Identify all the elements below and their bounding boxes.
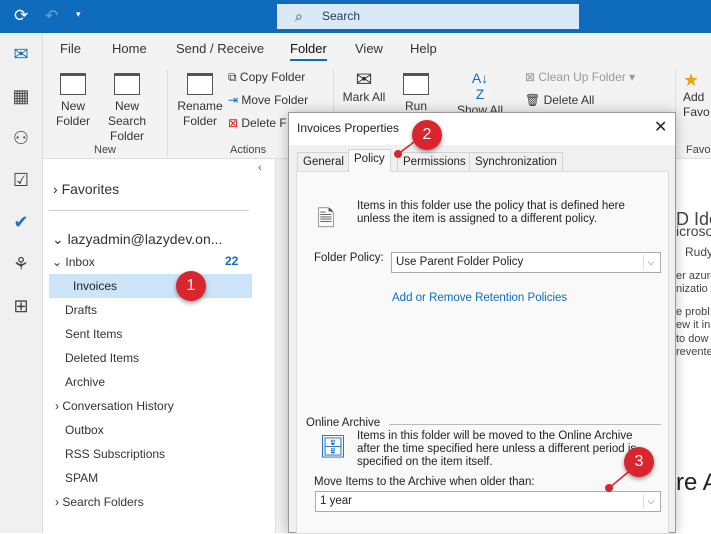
archive-mail-icon: 🗄 — [319, 434, 347, 459]
tab-send-receive[interactable]: Send / Receive — [176, 41, 264, 56]
archive-age-label: Move Items to the Archive when older tha… — [314, 476, 535, 488]
divider — [389, 424, 661, 425]
online-archive-header: Online Archive — [306, 417, 381, 429]
new-folder-button[interactable]: New Folder — [53, 73, 93, 129]
folder-policy-select[interactable]: Use Parent Folder Policy ⌵ — [391, 252, 661, 273]
reading-pane: D Ide icroso Rudy er azure nizatio e pro… — [676, 159, 711, 533]
folder-icon — [60, 73, 86, 95]
folder-spam[interactable]: SPAM — [65, 471, 98, 485]
rename-folder-icon — [187, 73, 213, 95]
annotation-badge: 2 — [412, 120, 442, 150]
folder-invoices[interactable]: Invoices — [49, 274, 252, 298]
envelope-open-icon: ✉ — [355, 69, 373, 91]
tab-view[interactable]: View — [355, 41, 383, 56]
group-label-actions: Actions — [230, 144, 267, 156]
move-folder-icon: ⇥ — [228, 93, 242, 107]
folder-deleted-items[interactable]: Deleted Items — [65, 351, 139, 365]
trash-icon: 🗑 — [525, 93, 544, 107]
show-all-button[interactable]: A↓ Z Show All — [455, 71, 505, 118]
calendar-icon[interactable]: ▦ — [8, 83, 34, 109]
sync-icon[interactable]: ⟳ — [14, 6, 28, 26]
annotation-badge: 1 — [176, 271, 206, 301]
message-list-edge — [275, 159, 289, 533]
shredder-icon: 🗎 — [317, 206, 335, 231]
mail-icon[interactable]: ✉ — [8, 41, 34, 67]
undo-icon[interactable]: ↶ — [45, 6, 58, 26]
tasks-icon[interactable]: ☑ — [8, 167, 34, 193]
folder-inbox[interactable]: ⌄ Inbox — [52, 255, 95, 269]
delete-folder-button[interactable]: ⊠ Delete F — [228, 116, 287, 130]
archive-description: Items in this folder will be moved to th… — [357, 430, 637, 468]
annotation-badge: 3 — [624, 447, 654, 477]
folder-pane: ‹ › Favorites ⌄ lazyadmin@lazydev.on... … — [43, 159, 275, 533]
delete-all-button[interactable]: 🗑 Delete All — [525, 93, 594, 107]
reading-text: er azure — [676, 270, 711, 282]
copy-folder-button[interactable]: ⧉ Copy Folder — [228, 70, 305, 85]
search-icon: ⌕ — [295, 8, 303, 24]
reading-text: icroso — [676, 223, 711, 239]
sort-az-icon: A↓ Z — [471, 70, 489, 102]
tab-policy[interactable]: Policy — [348, 149, 391, 172]
account-header[interactable]: ⌄ lazyadmin@lazydev.on... — [52, 231, 222, 248]
mark-all-read-button[interactable]: ✉ Mark All — [339, 70, 389, 105]
new-search-folder-button[interactable]: New Search Folder — [95, 73, 159, 144]
chevron-down-icon: ⌵ — [643, 494, 658, 509]
people-icon[interactable]: ⚇ — [8, 125, 34, 151]
delete-folder-icon: ⊠ — [228, 116, 242, 130]
chevron-down-icon: ⌵ — [643, 255, 658, 270]
group-label-favorites: Favo — [686, 144, 711, 156]
folder-rss-subscriptions[interactable]: RSS Subscriptions — [65, 447, 165, 461]
clean-up-icon: ⊠ — [525, 70, 539, 84]
divider — [49, 210, 249, 211]
folder-conversation-history[interactable]: › Conversation History — [55, 399, 174, 413]
folder-policy-label: Folder Policy: — [314, 252, 384, 264]
title-bar: ⟳ ↶ ▾ ⌕ Search — [0, 0, 711, 33]
reading-text: e probl — [676, 306, 710, 318]
retention-policies-link[interactable]: Add or Remove Retention Policies — [392, 292, 567, 305]
group-label-new: New — [94, 144, 117, 156]
folder-sent-items[interactable]: Sent Items — [65, 327, 122, 341]
apps-icon[interactable]: ⊞ — [8, 293, 34, 319]
policy-description: Items in this folder use the policy that… — [357, 200, 625, 225]
folder-outbox[interactable]: Outbox — [65, 423, 104, 437]
folder-drafts[interactable]: Drafts — [65, 303, 97, 317]
folder-archive[interactable]: Archive — [65, 375, 105, 389]
reading-text: revente — [676, 346, 711, 358]
reading-text: ew it in — [676, 319, 711, 331]
run-rules-icon — [403, 73, 429, 95]
star-folder-icon: ★ — [683, 70, 700, 90]
reading-text: re A — [676, 469, 711, 496]
search-folder-icon — [114, 73, 140, 95]
collapse-pane-icon[interactable]: ‹ — [258, 162, 262, 174]
close-icon[interactable]: ✕ — [654, 117, 667, 137]
folder-search-folders[interactable]: › Search Folders — [55, 495, 144, 509]
tab-file[interactable]: File — [60, 41, 81, 56]
reading-text: Rudy — [685, 245, 711, 259]
tab-help[interactable]: Help — [410, 41, 437, 56]
dialog-title: Invoices Properties — [297, 121, 400, 135]
customize-toolbar-icon[interactable]: ▾ — [76, 9, 81, 20]
add-favorites-button[interactable]: ★ Add Favo — [683, 70, 711, 120]
reading-text: to dow — [676, 333, 709, 345]
reading-text: nizatio — [676, 283, 708, 295]
divider — [167, 69, 168, 157]
move-folder-button[interactable]: ⇥ Move Folder — [228, 93, 308, 107]
todo-icon[interactable]: ✔ — [8, 209, 34, 235]
tab-home[interactable]: Home — [112, 41, 147, 56]
tab-folder[interactable]: Folder — [290, 41, 327, 61]
dialog-title-bar: Invoices Properties ✕ — [289, 113, 675, 145]
tab-synchronization[interactable]: Synchronization — [469, 152, 563, 172]
clean-up-folder-button[interactable]: ⊠ Clean Up Folder ▾ — [525, 70, 635, 84]
inbox-unread-count: 22 — [225, 254, 239, 268]
search-input[interactable]: ⌕ Search — [277, 4, 579, 29]
search-placeholder: Search — [322, 9, 361, 23]
favorites-header[interactable]: › Favorites — [53, 181, 119, 197]
rename-folder-button[interactable]: Rename Folder — [176, 73, 224, 129]
groups-icon[interactable]: ⚘ — [8, 251, 34, 277]
tab-general[interactable]: General — [297, 152, 350, 172]
app-rail: ✉ ▦ ⚇ ☑ ✔ ⚘ ⊞ — [0, 33, 43, 533]
copy-folder-icon: ⧉ — [228, 70, 240, 84]
